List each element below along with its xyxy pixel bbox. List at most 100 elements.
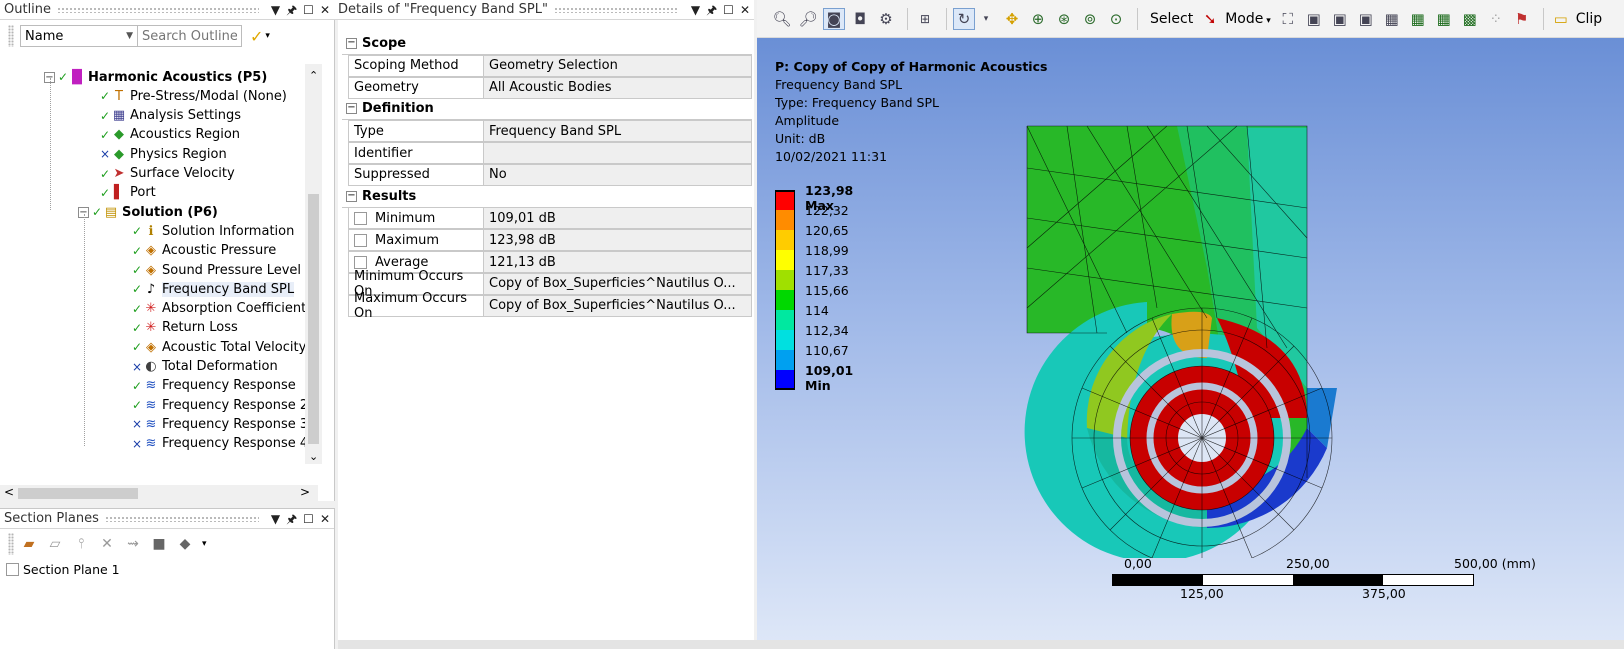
details-row[interactable]: Geometry All Acoustic Bodies [348, 76, 752, 99]
details-value[interactable]: No [484, 163, 752, 186]
tree-item[interactable]: ✓ ≋ Frequency Response [132, 376, 296, 396]
tree-item[interactable]: × ≋ Frequency Response 4 [132, 434, 308, 454]
shaded-view-icon[interactable]: ◙ [823, 7, 845, 30]
details-group[interactable]: − Results [342, 186, 752, 208]
mode-button[interactable]: Mode ▾ [1225, 11, 1271, 27]
parameter-checkbox[interactable] [354, 233, 367, 247]
pin-icon[interactable]: 🖈 [286, 513, 297, 525]
maximize-icon[interactable]: ☐ [723, 4, 734, 16]
scroll-right-icon[interactable]: > [300, 485, 310, 499]
new-section-plane-icon[interactable]: ▰ [20, 536, 38, 552]
vertical-scrollbar[interactable]: ⌃ ⌄ [305, 64, 322, 464]
bottom-splitter[interactable] [338, 640, 1624, 649]
clip-icon[interactable]: ▭ [1550, 8, 1572, 30]
parameter-checkbox[interactable] [354, 211, 367, 225]
section-plane-item[interactable]: Section Plane 1 [0, 559, 334, 579]
maximize-icon[interactable]: ☐ [303, 513, 314, 525]
select-face-icon[interactable]: ▣ [1329, 8, 1351, 30]
tree-item[interactable]: ✓ ♪ Frequency Band SPL [132, 279, 295, 299]
tree-item[interactable]: − ✓ ▤ Solution (P6) [78, 202, 218, 222]
select-edge-icon[interactable]: ▣ [1303, 8, 1325, 30]
tree-item[interactable]: − ✓ ▐▌ Harmonic Acoustics (P5) [44, 67, 267, 87]
extend-icon[interactable]: ⁘ [1485, 8, 1507, 30]
title-grip[interactable] [104, 515, 259, 522]
tree-item[interactable]: × ◆ Physics Region [100, 144, 227, 164]
details-row[interactable]: Maximum Occurs On Copy of Box_Superficies… [348, 291, 752, 321]
pin-icon[interactable]: 🖈 [286, 4, 297, 16]
maximize-icon[interactable]: ☐ [303, 4, 314, 16]
tree-item[interactable]: ✓ T Pre-Stress/Modal (None) [100, 86, 287, 106]
scroll-thumb[interactable] [308, 194, 319, 444]
close-icon[interactable]: ✕ [320, 4, 330, 16]
collapse-icon[interactable]: − [346, 103, 357, 115]
scroll-down-icon[interactable]: ⌄ [309, 450, 318, 463]
select-body-icon[interactable]: ▣ [1355, 8, 1377, 30]
details-value[interactable]: All Acoustic Bodies [484, 76, 752, 99]
delete-icon[interactable]: ✕ [98, 536, 116, 552]
details-row[interactable]: Maximum 123,98 dB [348, 229, 752, 252]
clip-button[interactable]: Clip [1576, 11, 1602, 27]
parameter-checkbox[interactable] [354, 255, 367, 269]
edit-section-icon[interactable]: ▱ [46, 536, 64, 552]
details-row[interactable]: Type Frequency Band SPL [348, 120, 752, 143]
label-icon[interactable]: ⚑ [1511, 8, 1533, 30]
details-value[interactable]: Frequency Band SPL [484, 120, 752, 143]
toolbar-grip[interactable] [8, 533, 14, 555]
dropdown-icon[interactable]: ▼ [691, 4, 700, 16]
outline-filter-select[interactable]: Name ▼ [20, 25, 138, 47]
tree-item[interactable]: ✓ ➤ Surface Velocity [100, 164, 235, 184]
tree-item[interactable]: ✓ ℹ Solution Information [132, 221, 294, 241]
details-value[interactable]: Geometry Selection [484, 54, 752, 77]
tree-item[interactable]: ✓ ✳ Return Loss [132, 318, 238, 338]
details-row[interactable]: Suppressed No [348, 163, 752, 186]
box-zoom-icon[interactable]: ⊛ [1053, 8, 1075, 30]
zoom-out-icon[interactable]: 🔎︎ [797, 8, 819, 30]
details-group[interactable]: − Definition [342, 98, 752, 121]
rotate-icon[interactable]: ↻ [953, 7, 975, 30]
details-value[interactable] [484, 142, 752, 164]
select-node-icon[interactable]: ▦ [1407, 8, 1429, 30]
details-value[interactable]: Copy of Box_Superficies^Nautilus O... [484, 294, 752, 317]
select-vertex-icon[interactable]: ⛶ [1277, 8, 1299, 30]
details-row[interactable]: Scoping Method Geometry Selection [348, 54, 752, 77]
link-icon[interactable]: ⇝ [124, 536, 142, 552]
tree-item[interactable]: ✓ ◈ Acoustic Pressure [132, 241, 276, 261]
tree-item[interactable]: ✓ ▦ Analysis Settings [100, 106, 241, 126]
magnifier-icon[interactable]: ⊙ [1105, 8, 1127, 30]
settings-icon[interactable]: ⚙ [875, 8, 897, 30]
tree-item[interactable]: × ◐ Total Deformation [132, 357, 278, 377]
section-plane-checkbox[interactable] [6, 562, 19, 576]
dropdown-icon[interactable]: ▼ [271, 513, 280, 525]
close-icon[interactable]: ✕ [320, 513, 330, 525]
collapse-icon[interactable]: − [346, 38, 357, 49]
zoom-in-icon[interactable]: 🔍︎ [771, 8, 793, 30]
toolbar-grip[interactable] [8, 25, 14, 47]
cap-alt-icon[interactable]: ◆ [176, 536, 194, 552]
scroll-up-icon[interactable]: ⌃ [309, 69, 318, 82]
select-element-icon[interactable]: ▦ [1381, 8, 1403, 30]
graphics-viewport[interactable]: P: Copy of Copy of Harmonic Acoustics Fr… [757, 38, 1624, 649]
dropdown-icon[interactable]: ▼ [271, 4, 280, 16]
scroll-left-icon[interactable]: < [4, 485, 14, 499]
wireframe-icon[interactable]: ◘ [849, 8, 871, 30]
tree-item[interactable]: ✓ ✳ Absorption Coefficient [132, 299, 306, 319]
close-icon[interactable]: ✕ [740, 4, 750, 16]
details-row[interactable]: Minimum 109,01 dB [348, 207, 752, 230]
cursor-icon[interactable]: ➘ [1199, 8, 1221, 30]
tree-item[interactable]: ✓ ◈ Acoustic Total Velocity [132, 337, 306, 357]
pan-icon[interactable]: ✥ [1001, 8, 1023, 30]
horizontal-scrollbar[interactable]: < > [0, 485, 318, 502]
details-value[interactable]: 109,01 dB [484, 207, 752, 230]
tree-item[interactable]: ✓ ▌ Port [100, 183, 156, 203]
tree-item[interactable]: ✓ ≋ Frequency Response 2 [132, 395, 308, 415]
zoom-icon[interactable]: ⊕ [1027, 8, 1049, 30]
details-value[interactable]: 123,98 dB [484, 229, 752, 252]
chevron-down-icon[interactable]: ▾ [265, 31, 270, 41]
select-element-body-icon[interactable]: ▩ [1459, 8, 1481, 30]
select-button[interactable]: Select [1150, 11, 1193, 27]
search-outline-input[interactable] [138, 25, 242, 47]
filter-check-icon[interactable]: ✓ [250, 27, 263, 46]
chevron-down-icon[interactable]: ▾ [975, 8, 997, 30]
details-row[interactable]: Identifier [348, 142, 752, 164]
collapse-icon[interactable]: − [346, 190, 357, 202]
